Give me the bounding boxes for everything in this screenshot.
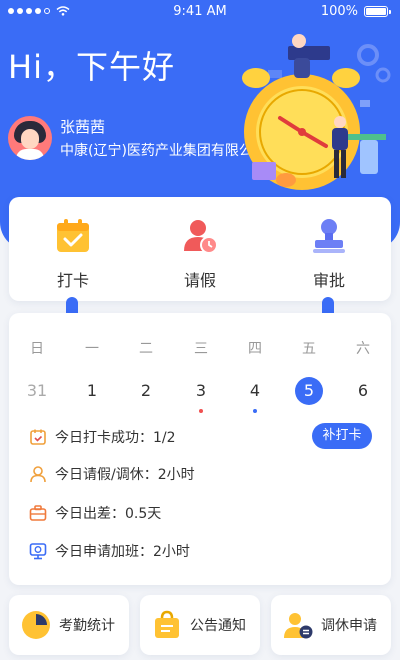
menu-label: 调休申请 <box>321 618 377 634</box>
weekday-label: 三 <box>194 341 208 357</box>
briefcase-icon <box>29 505 47 521</box>
action-label: 请假 <box>183 271 216 290</box>
calendar-date[interactable]: 1 <box>72 377 112 405</box>
checkin-status: 今日打卡成功：1/2 <box>29 427 176 447</box>
action-clock-in[interactable]: 打卡 <box>33 217 113 291</box>
weekday-label: 六 <box>356 341 370 357</box>
quick-actions-card: 打卡 请假 审批 <box>9 197 391 301</box>
time-off-request-button[interactable]: 调休申请 <box>271 595 391 655</box>
monitor-clock-icon <box>29 543 47 560</box>
weekday-label: 五 <box>302 341 316 357</box>
calendar-date[interactable]: 4 <box>235 377 275 413</box>
action-approval[interactable]: 审批 <box>289 217 369 291</box>
overtime-text: 今日申请加班：2小时 <box>55 544 190 560</box>
weekday-label: 二 <box>139 341 153 357</box>
business-trip-status: 今日出差：0.5天 <box>29 503 161 523</box>
battery-level: 100% <box>320 4 358 19</box>
supplement-checkin-button[interactable]: 补打卡 <box>312 423 372 449</box>
person-icon <box>30 466 46 483</box>
person-clock-icon <box>184 220 218 254</box>
battery-icon <box>364 6 391 17</box>
weekday-label: 一 <box>85 341 99 357</box>
menu-label: 公告通知 <box>190 618 246 634</box>
pie-chart-icon <box>22 611 50 639</box>
action-leave[interactable]: 请假 <box>160 217 240 291</box>
menu-label: 考勤统计 <box>59 618 115 634</box>
calendar-date-selected[interactable]: 5 <box>289 377 329 405</box>
calendar-date[interactable]: 6 <box>343 377 383 405</box>
status-bar: 9:41 AM 100% <box>0 0 400 24</box>
checkin-text: 今日打卡成功：1/2 <box>55 430 176 446</box>
calendar-date[interactable]: 31 <box>17 377 57 405</box>
announcements-button[interactable]: 公告通知 <box>140 595 260 655</box>
calendar-date[interactable]: 2 <box>126 377 166 405</box>
business-trip-text: 今日出差：0.5天 <box>55 506 162 522</box>
action-label: 审批 <box>312 271 345 290</box>
action-label: 打卡 <box>56 271 89 290</box>
attendance-stats-button[interactable]: 考勤统计 <box>9 595 129 655</box>
calendar-date[interactable]: 3 <box>181 377 221 413</box>
overtime-status: 今日申请加班：2小时 <box>29 541 190 561</box>
event-marker <box>199 409 203 413</box>
stamp-icon <box>313 219 345 253</box>
greeting-title: Hi，下午好 <box>8 48 175 86</box>
calendar-check-icon <box>30 429 46 445</box>
weekday-label: 四 <box>248 341 262 357</box>
attendance-card: 日 一 二 三 四 五 六 31 1 2 3 4 5 6 今日打卡成功：1/2 … <box>9 313 391 585</box>
avatar[interactable] <box>8 116 52 160</box>
person-swap-icon <box>284 613 313 639</box>
event-marker <box>253 409 257 413</box>
weekday-label: 日 <box>30 341 44 357</box>
clipboard-check-icon <box>57 219 89 252</box>
leave-status: 今日请假/调休：2小时 <box>29 464 195 484</box>
bag-document-icon <box>155 610 179 638</box>
leave-text: 今日请假/调休：2小时 <box>55 467 195 483</box>
